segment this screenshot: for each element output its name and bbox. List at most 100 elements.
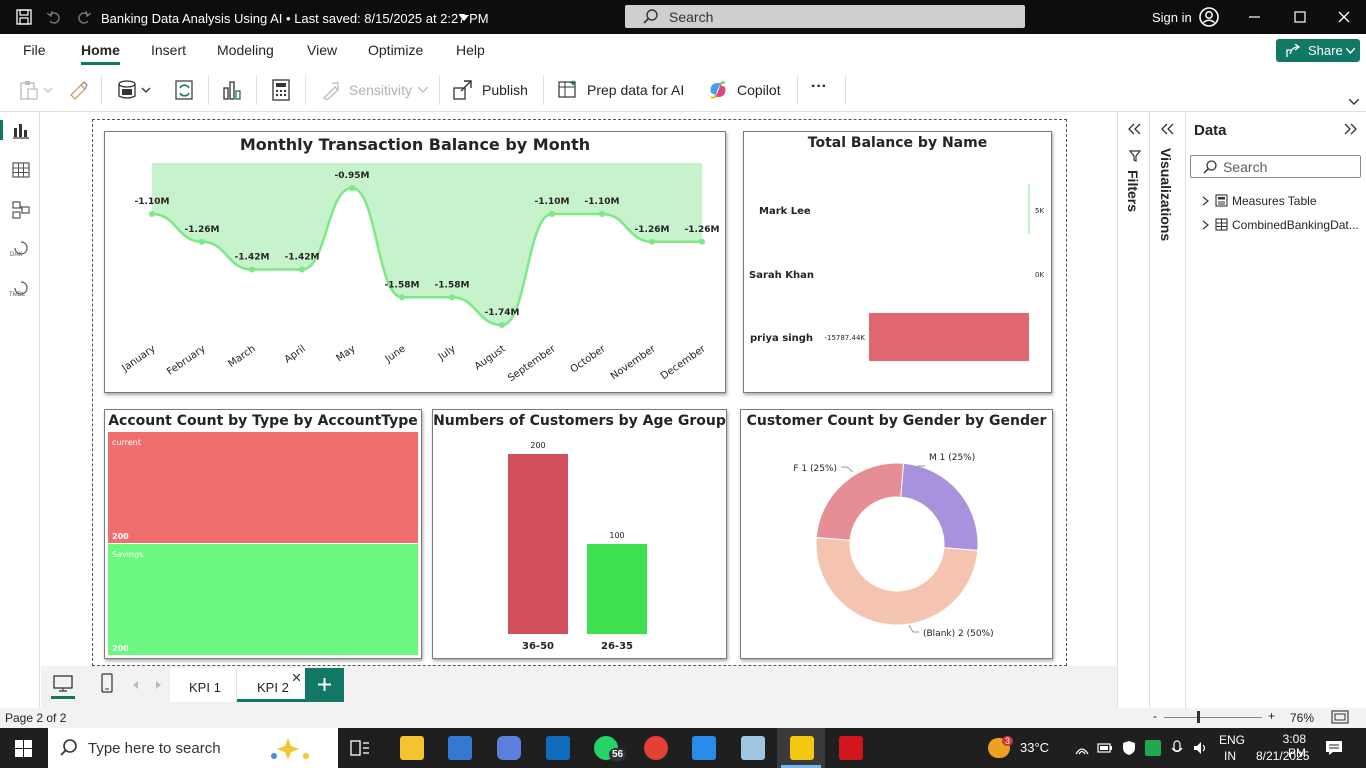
temperature[interactable]: 33°C [1020,740,1049,755]
tree-item-measures-table[interactable]: Measures Table [1202,194,1364,210]
data-label: -1.26M [685,225,720,235]
copilot-icon[interactable] [707,79,729,101]
menu-file[interactable]: File [23,42,46,58]
vs-code-icon[interactable] [692,736,716,760]
gender-visual[interactable]: Customer Count by Gender by Gender M 1 (… [740,409,1053,659]
undo-icon[interactable] [46,9,62,25]
desktop-layout-icon[interactable] [52,675,74,693]
slice-label: M 1 (25%) [929,453,975,463]
language-region[interactable]: IN [1224,749,1236,763]
table-view-icon[interactable] [11,160,31,180]
prep-data-icon[interactable] [557,79,579,101]
data-label: 100 [609,531,624,540]
sign-in-link[interactable]: Sign in [1152,10,1192,25]
power-bi-icon[interactable] [790,736,814,760]
collapse-ribbon-icon[interactable] [1349,99,1359,105]
title-dropdown-icon[interactable] [459,15,469,21]
report-view-icon[interactable] [11,120,31,140]
total-balance-visual[interactable]: Total Balance by Name Mark Lee 5K Sarah Kh… [743,131,1052,393]
model-view-icon[interactable] [11,200,31,220]
search-highlight-icon [271,738,309,760]
zoom-slider[interactable] [1164,717,1262,718]
acrobat-icon[interactable] [839,736,863,760]
close-tab-icon[interactable] [293,674,300,681]
app-icon[interactable] [741,736,765,760]
more-options-button[interactable]: ··· [811,78,827,96]
tree-item-combined-banking[interactable]: CombinedBankingDat... [1202,218,1364,234]
share-label: Share [1308,43,1343,58]
data-point [349,185,355,191]
redo-icon[interactable] [76,9,92,25]
menu-modeling[interactable]: Modeling [217,42,274,58]
windows-start-icon[interactable] [15,740,32,757]
volume-icon[interactable] [1192,740,1208,756]
task-view-icon[interactable] [350,738,370,758]
tab-kpi-1[interactable]: KPI 1 [170,668,237,702]
menu-optimize[interactable]: Optimize [368,42,423,58]
tree-item-label: Measures Table [1232,194,1317,208]
get-data-icon[interactable] [117,79,153,101]
app-tray-icon[interactable] [1145,740,1161,756]
zoom-out-button[interactable]: - [1153,709,1157,723]
close-icon[interactable] [1338,11,1350,23]
new-visual-icon[interactable] [221,79,243,101]
minimize-icon[interactable] [1249,11,1261,23]
menu-help[interactable]: Help [456,42,485,58]
collapse-data-pane-icon[interactable] [1344,123,1357,135]
data-search-input[interactable]: Search [1190,155,1361,178]
battery-icon[interactable] [1097,742,1113,754]
microsoft-store-icon[interactable] [448,736,472,760]
mic-icon[interactable] [1169,740,1185,756]
app-icon[interactable] [497,736,521,760]
filters-pane[interactable]: Filters [1117,112,1150,708]
refresh-icon[interactable] [174,79,196,101]
filters-label[interactable]: Filters [1125,170,1141,212]
expand-filters-icon[interactable] [1128,123,1141,135]
page-next-icon[interactable] [155,681,161,689]
account-icon[interactable] [1199,7,1219,27]
security-icon[interactable] [1121,740,1137,756]
treemap-value-label: 200 [112,644,129,653]
tab-kpi-2[interactable]: KPI 2 [237,668,305,702]
file-explorer-icon[interactable] [400,736,424,760]
copilot-button[interactable]: Copilot [737,82,781,98]
customers-age-visual[interactable]: Numbers of Customers by Age Group 200 36-… [432,409,727,659]
expand-visualizations-icon[interactable] [1161,123,1174,135]
monthly-balance-visual[interactable]: Monthly Transaction Balance by Month -1.… [104,131,726,393]
visualizations-label[interactable]: Visualizations [1158,148,1174,241]
fit-to-page-icon[interactable] [1331,710,1349,724]
format-painter-icon[interactable] [68,80,88,100]
clock-date[interactable]: 8/21/2025 [1256,749,1309,763]
ribbon-separator [256,75,257,105]
menu-home[interactable]: Home [81,42,120,65]
x-tick-label: July [436,343,458,363]
publish-icon[interactable] [452,79,474,101]
mobile-layout-icon[interactable] [100,673,114,693]
page-prev-icon[interactable] [133,681,139,689]
chevron-right-icon[interactable] [1202,196,1209,206]
title-search-box[interactable]: Search [625,5,1025,28]
gender-chart: M 1 (25%) (Blank) 2 (50%) F 1 (25%) [793,453,993,639]
zoom-in-button[interactable]: + [1268,709,1275,723]
publish-button[interactable]: Publish [482,82,528,98]
zoom-level[interactable]: 76% [1290,711,1314,725]
language-code[interactable]: ENG [1219,733,1245,747]
share-button[interactable]: Share [1276,39,1360,62]
taskbar-search-box[interactable]: Type here to search [48,728,338,768]
paste-icon[interactable] [20,80,54,100]
calculator-icon[interactable] [271,79,291,101]
wifi-icon[interactable] [1074,742,1090,756]
account-count-visual[interactable]: Account Count by Type by AccountType cur… [104,409,422,659]
outlook-icon[interactable] [546,736,570,760]
zoom-slider-thumb[interactable] [1197,711,1200,723]
prep-data-button[interactable]: Prep data for AI [587,82,684,98]
menu-insert[interactable]: Insert [151,42,186,58]
add-page-button[interactable] [305,668,344,702]
chevron-right-icon[interactable] [1202,220,1209,230]
maximize-icon[interactable] [1294,11,1306,23]
chrome-icon[interactable] [644,736,668,760]
visualizations-pane[interactable]: Visualizations [1150,112,1186,708]
menu-view[interactable]: View [307,42,337,58]
save-icon[interactable] [16,9,32,25]
notifications-icon[interactable] [1325,740,1343,756]
